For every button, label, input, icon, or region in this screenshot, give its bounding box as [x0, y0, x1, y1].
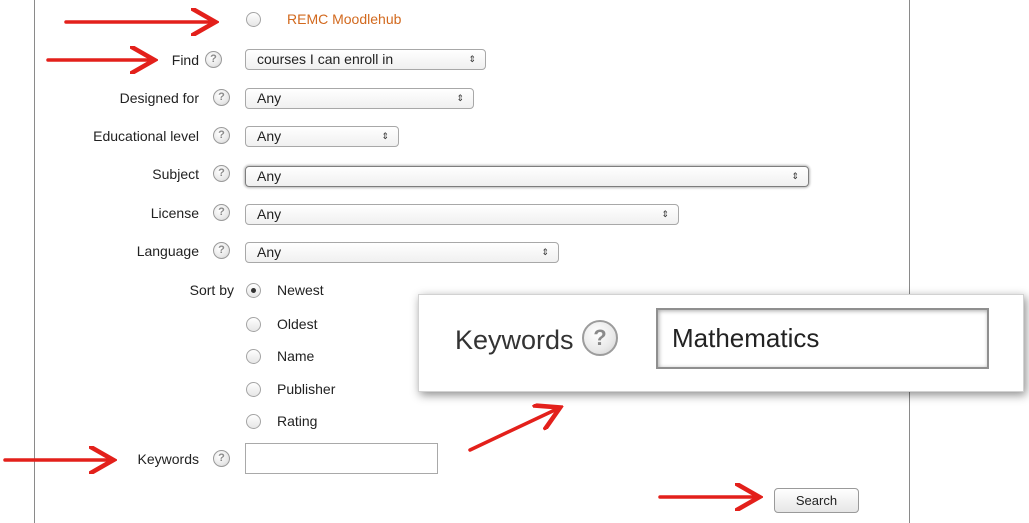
red-arrow-zoom: [468, 409, 557, 452]
annotation-arrows: [3, 0, 1029, 523]
